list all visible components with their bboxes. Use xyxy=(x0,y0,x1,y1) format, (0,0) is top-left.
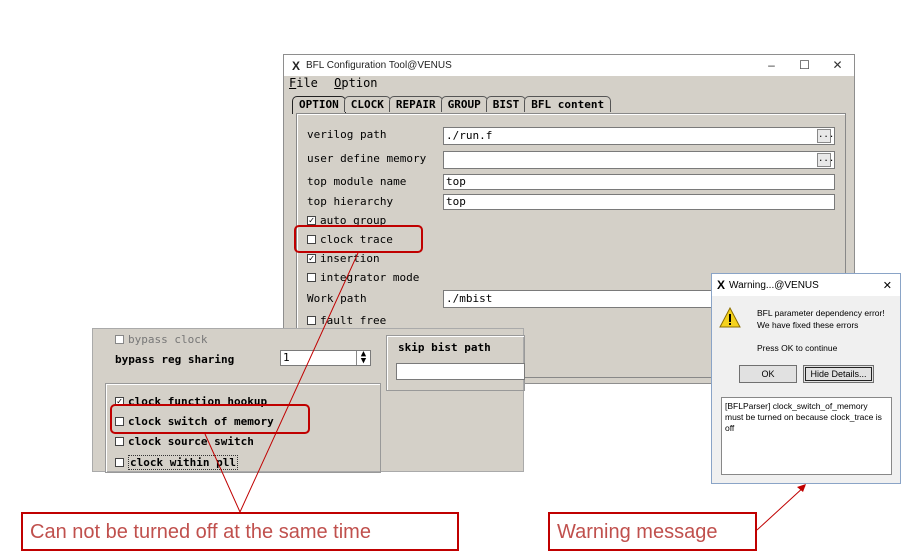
right-callout-box: Warning message xyxy=(548,512,757,551)
callout-lines xyxy=(204,252,806,531)
left-callout-box: Can not be turned off at the same time xyxy=(21,512,459,551)
